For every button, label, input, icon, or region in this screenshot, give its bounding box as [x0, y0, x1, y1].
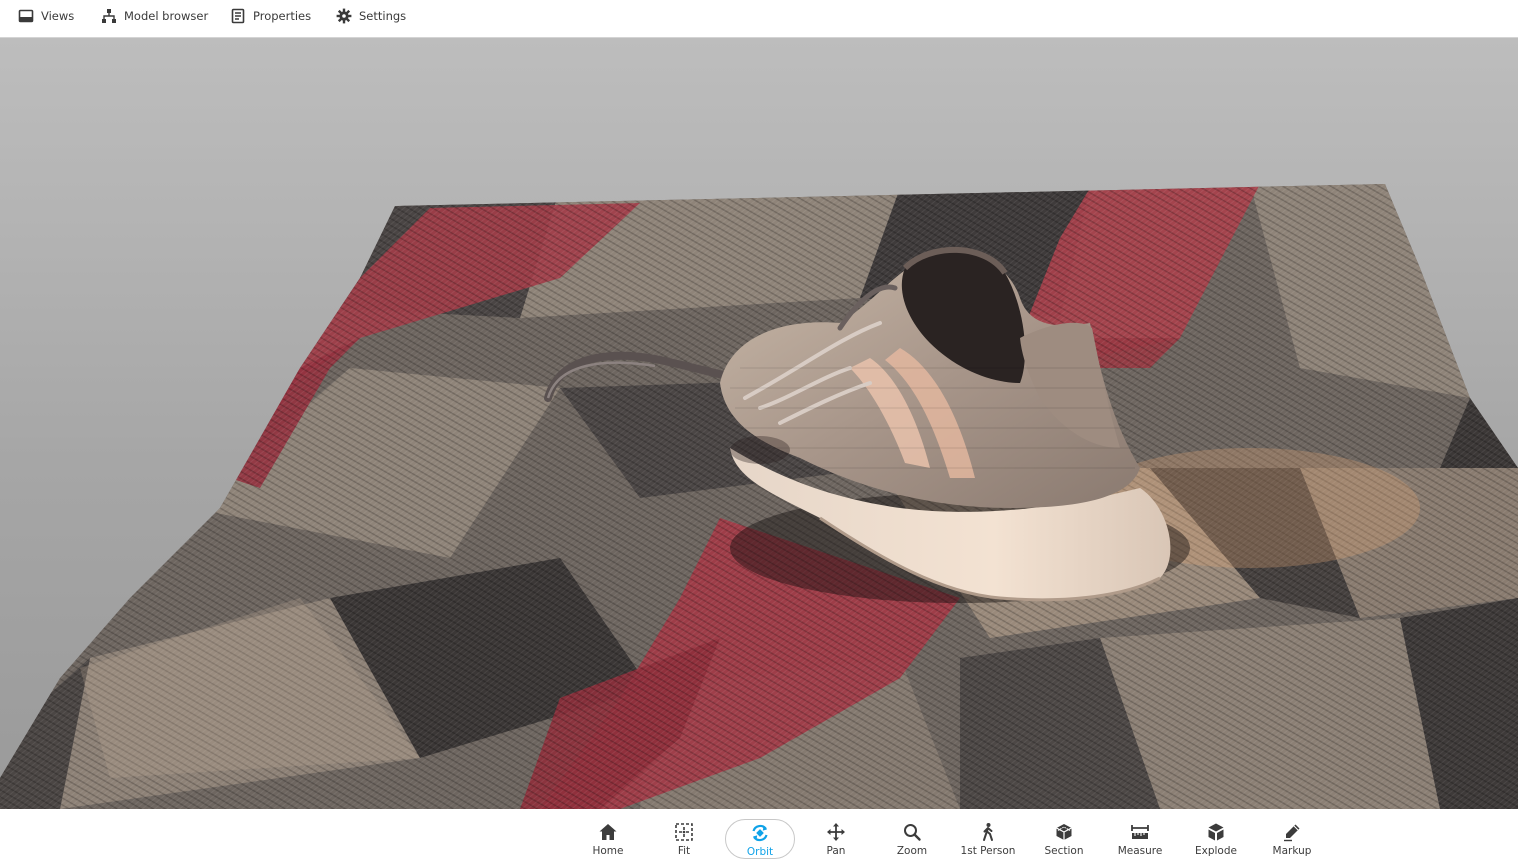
properties-label: Properties: [253, 9, 312, 23]
section-icon: [1056, 824, 1072, 840]
markup-button[interactable]: Markup: [1257, 819, 1327, 859]
markup-icon: [1284, 824, 1300, 842]
3d-viewport[interactable]: [0, 38, 1518, 809]
top-menu-bar: Views Model browser Properties Settings: [0, 0, 1518, 38]
views-label: Views: [41, 9, 75, 23]
views-icon: [18, 9, 34, 23]
measure-button[interactable]: Measure: [1105, 819, 1175, 859]
first-person-label: 1st Person: [960, 845, 1016, 857]
section-label: Section: [1044, 845, 1084, 857]
orbit-label: Orbit: [746, 846, 774, 858]
pan-icon: [827, 823, 845, 841]
settings-menu-button[interactable]: Settings: [336, 0, 406, 32]
zoom-icon: [904, 824, 921, 841]
model-browser-icon: [102, 9, 116, 23]
markup-label: Markup: [1272, 845, 1312, 857]
home-icon: [599, 824, 617, 840]
fit-button[interactable]: Fit: [649, 819, 719, 859]
section-button[interactable]: Section: [1029, 819, 1099, 859]
explode-icon: [1208, 823, 1224, 841]
views-menu-button[interactable]: Views: [18, 0, 74, 32]
3d-model-render[interactable]: [0, 38, 1518, 809]
measure-label: Measure: [1117, 845, 1163, 857]
explode-label: Explode: [1195, 845, 1237, 857]
model-browser-label: Model browser: [124, 9, 209, 23]
orbit-button[interactable]: Orbit: [725, 819, 795, 859]
home-button[interactable]: Home: [573, 819, 643, 859]
model-browser-menu-button[interactable]: Model browser: [101, 0, 208, 32]
measure-icon: [1131, 825, 1149, 839]
plaid-cloth: [0, 184, 1518, 809]
fit-label: Fit: [677, 845, 691, 857]
first-person-button[interactable]: 1st Person: [953, 819, 1023, 859]
bottom-toolbar: Home Fit Orbit Pan Zoom 1st Person Secti…: [0, 809, 1518, 867]
explode-button[interactable]: Explode: [1181, 819, 1251, 859]
pan-button[interactable]: Pan: [801, 819, 871, 859]
properties-icon: [231, 8, 245, 24]
first-person-icon: [983, 823, 993, 841]
settings-label: Settings: [359, 9, 407, 23]
properties-menu-button[interactable]: Properties: [230, 0, 311, 32]
pan-label: Pan: [826, 845, 846, 857]
zoom-button[interactable]: Zoom: [877, 819, 947, 859]
orbit-icon: [752, 824, 768, 842]
gear-icon: [336, 8, 352, 24]
home-label: Home: [592, 845, 624, 857]
zoom-label: Zoom: [896, 845, 928, 857]
fit-icon: [675, 823, 693, 841]
